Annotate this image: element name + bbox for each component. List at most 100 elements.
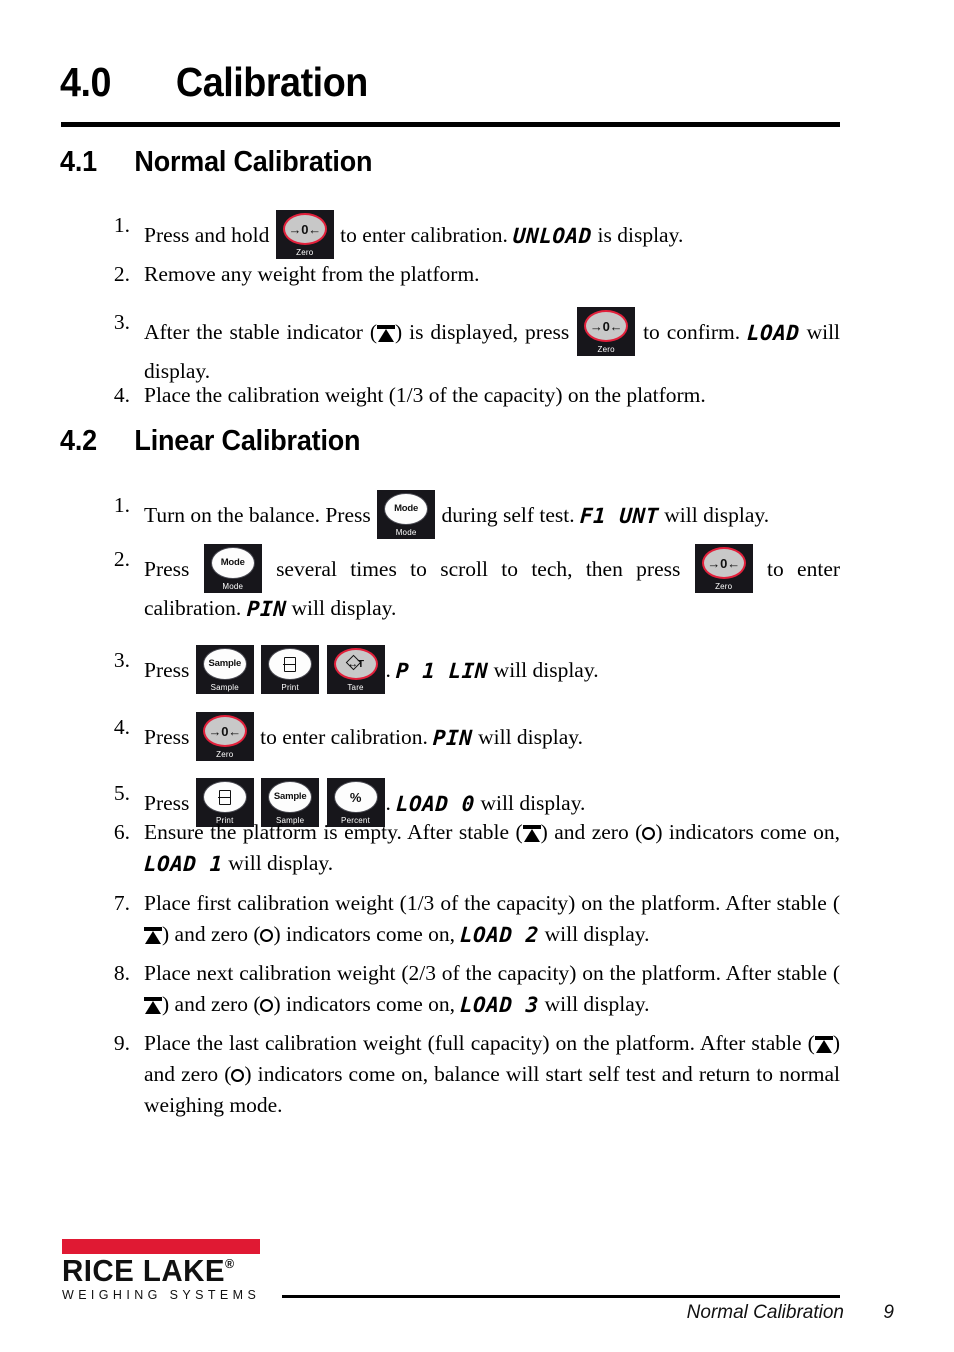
section-heading-normal-calibration: 4.1 Normal Calibration bbox=[60, 148, 795, 177]
section-title: Linear Calibration bbox=[134, 425, 361, 457]
lcd-display-text: LOAD 1 bbox=[143, 852, 224, 876]
text-run: . bbox=[385, 658, 391, 682]
list-item-number: 9. bbox=[113, 1031, 130, 1055]
lcd-display-text: LOAD 2 bbox=[459, 923, 540, 947]
stable-indicator-icon bbox=[377, 325, 396, 342]
list-item-number: 3. bbox=[113, 310, 130, 334]
logo-tagline: WEIGHING SYSTEMS bbox=[62, 1288, 261, 1303]
key-name-label: Zero bbox=[597, 345, 615, 354]
list-item-number: 6. bbox=[113, 820, 130, 844]
logo-text: RICE LAKE bbox=[62, 1253, 225, 1288]
key-cap-label: →0← bbox=[589, 318, 623, 334]
key-cap-label: Mode bbox=[394, 503, 419, 515]
chapter-number: 4.0 bbox=[60, 59, 112, 105]
logo-red-bar bbox=[62, 1239, 260, 1254]
list-item-body: After the stable indicator () is display… bbox=[144, 307, 840, 387]
text-run: several times to scroll to tech, then pr… bbox=[276, 557, 681, 581]
section-number: 4.2 bbox=[60, 425, 97, 457]
stable-indicator-icon bbox=[144, 997, 162, 1014]
key-cap bbox=[268, 648, 313, 680]
print-key-button[interactable]: Print bbox=[261, 645, 320, 694]
key-cap-label: Mode bbox=[220, 557, 245, 569]
list-item: 4. Press →0← Zero to enter calibration. … bbox=[96, 712, 840, 761]
key-cap-label: Sample bbox=[273, 791, 307, 803]
list-item-body: Turn on the balance. Press Mode Mode dur… bbox=[144, 490, 840, 539]
text-run: Press bbox=[144, 725, 190, 749]
list-item-body: Press Mode Mode several times to scroll … bbox=[144, 544, 840, 625]
text-run: After the stable indicator ( bbox=[144, 320, 378, 344]
list-item-body: Remove any weight from the platform. bbox=[144, 259, 840, 290]
key-name-label: Mode bbox=[395, 528, 417, 537]
list-item-body: Place the calibration weight (1/3 of the… bbox=[144, 380, 840, 411]
list-item: 6. Ensure the platform is empty. After s… bbox=[96, 817, 840, 880]
registered-mark-icon: ® bbox=[224, 1256, 235, 1271]
text-run: ) indicators come on, bbox=[273, 922, 455, 946]
list-item-number: 1. bbox=[113, 213, 130, 237]
text-run: to enter calibration. bbox=[260, 725, 428, 749]
list-item: 9. Place the last calibration weight (fu… bbox=[96, 1028, 840, 1121]
text-run: Remove any weight from the platform. bbox=[144, 262, 480, 286]
stable-indicator-icon bbox=[522, 825, 541, 842]
list-item: 8. Place next calibration weight (2/3 of… bbox=[96, 958, 840, 1021]
key-name-label: Sample bbox=[210, 683, 239, 692]
footer-divider bbox=[282, 1295, 840, 1298]
zero-indicator-icon bbox=[642, 827, 656, 840]
zero-key-button[interactable]: →0← Zero bbox=[195, 712, 254, 761]
key-cap bbox=[202, 781, 247, 813]
list-item: 7. Place first calibration weight (1/3 o… bbox=[96, 888, 840, 951]
key-cap-label: % bbox=[349, 789, 362, 805]
key-name-label: Print bbox=[281, 683, 299, 692]
text-run: Place the calibration weight (1/3 of the… bbox=[144, 383, 706, 407]
sample-key-button[interactable]: Sample Sample bbox=[195, 645, 254, 694]
tare-key-button[interactable]: ↔T Tare bbox=[326, 645, 385, 694]
chapter-heading: 4.0 Calibration bbox=[60, 62, 787, 103]
tare-icon: ↔T bbox=[343, 654, 369, 672]
text-run: Place the last calibration weight (full … bbox=[144, 1031, 815, 1055]
list-item-number: 1. bbox=[113, 493, 130, 517]
mode-key-button[interactable]: Mode Mode bbox=[377, 490, 436, 539]
zero-key-button[interactable]: →0← Zero bbox=[275, 210, 334, 259]
text-run: will display. bbox=[544, 992, 650, 1016]
text-run: Press bbox=[144, 658, 190, 682]
text-run: . bbox=[385, 791, 391, 815]
key-cap-label: →0← bbox=[707, 555, 740, 571]
list-item-number: 4. bbox=[113, 383, 130, 407]
lcd-display-text: LOAD bbox=[746, 321, 801, 345]
zero-key-button[interactable]: →0← Zero bbox=[694, 544, 753, 593]
text-run: ) and zero ( bbox=[162, 922, 261, 946]
stable-indicator-icon bbox=[144, 927, 162, 944]
mode-key-button[interactable]: Mode Mode bbox=[203, 544, 262, 593]
list-item-number: 4. bbox=[113, 715, 130, 739]
text-run: ) indicators come on, bbox=[273, 992, 455, 1016]
text-run: Press bbox=[144, 791, 190, 815]
key-cap: Mode bbox=[210, 547, 255, 579]
text-run: will display. bbox=[291, 596, 397, 620]
text-run: during self test. bbox=[441, 503, 575, 527]
zero-key-button[interactable]: →0← Zero bbox=[577, 307, 636, 356]
key-cap: Sample bbox=[202, 648, 247, 680]
list-item-number: 5. bbox=[113, 781, 130, 805]
list-item: 3. Press Sample Sample Print ↔T Tare . P… bbox=[96, 645, 840, 694]
key-name-label: Zero bbox=[216, 750, 234, 759]
list-item-body: Press Sample Sample Print ↔T Tare . P 1 … bbox=[144, 645, 840, 694]
printer-icon bbox=[283, 656, 297, 672]
key-cap: ↔T bbox=[333, 648, 378, 680]
lcd-display-text: LOAD 0 bbox=[395, 792, 476, 816]
list-item-body: Ensure the platform is empty. After stab… bbox=[143, 817, 841, 880]
printer-icon bbox=[217, 789, 231, 805]
text-run: Place next calibration weight (2/3 of th… bbox=[144, 961, 840, 985]
list-item-number: 8. bbox=[113, 961, 130, 985]
text-run: to confirm. bbox=[643, 320, 741, 344]
key-cap: % bbox=[333, 781, 378, 813]
key-name-label: Zero bbox=[296, 248, 314, 257]
list-item: 2. Press Mode Mode several times to scro… bbox=[96, 544, 840, 625]
list-item: 4. Place the calibration weight (1/3 of … bbox=[96, 380, 840, 411]
key-name-label: Tare bbox=[347, 683, 364, 692]
text-run: ) indicators come on, balance will start… bbox=[144, 1062, 840, 1117]
text-run: Press bbox=[144, 557, 190, 581]
lcd-display-text: PIN bbox=[432, 726, 474, 750]
list-item-number: 2. bbox=[113, 262, 130, 286]
key-cap: →0← bbox=[202, 715, 247, 747]
chapter-title: Calibration bbox=[175, 59, 368, 105]
text-run: ) indicators come on, bbox=[655, 820, 841, 844]
